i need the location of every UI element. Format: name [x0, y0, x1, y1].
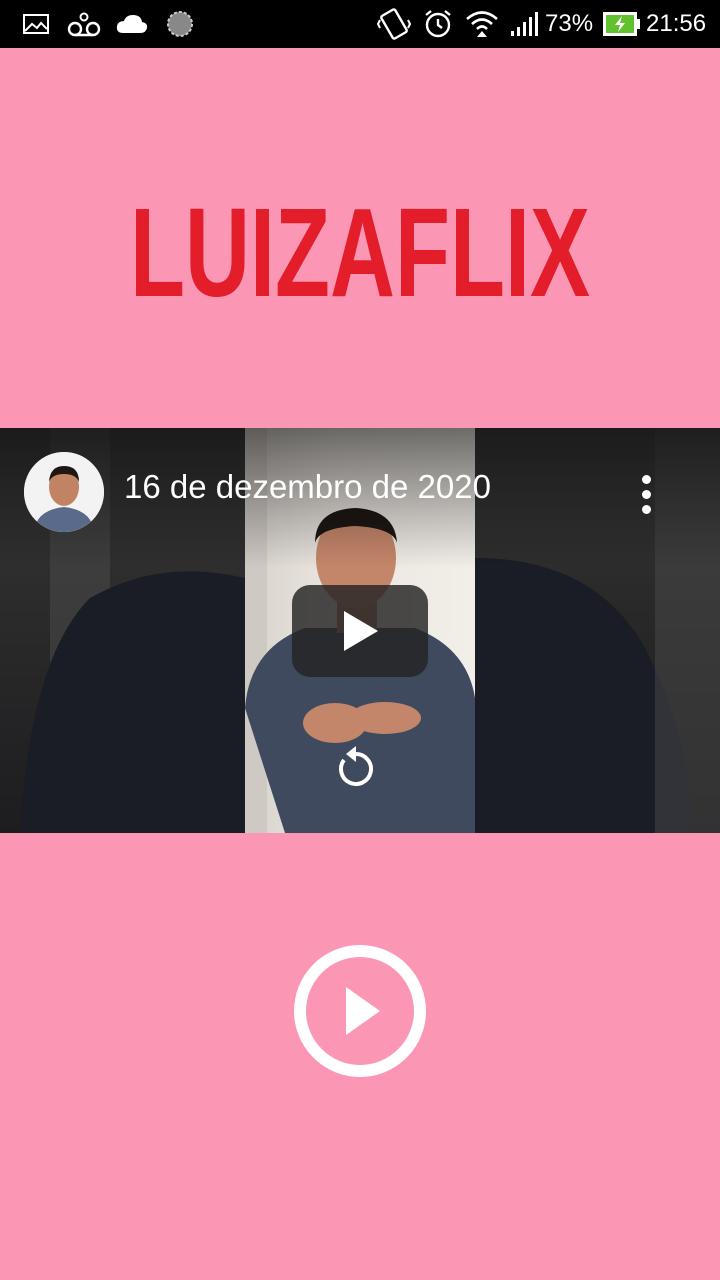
- signal-icon: [508, 0, 542, 48]
- status-bar: 73% 21:56: [0, 0, 720, 48]
- cloud-icon: [114, 0, 150, 48]
- more-dot: [641, 474, 651, 484]
- more-dot: [641, 489, 651, 499]
- gallery-icon: [22, 0, 50, 48]
- clock: 21:56: [646, 10, 707, 37]
- voicemail-icon: [66, 0, 102, 48]
- video-player[interactable]: 16 de dezembro de 2020: [0, 428, 720, 833]
- more-dot: [641, 504, 651, 514]
- sync-icon: [164, 0, 196, 48]
- vibrate-icon: [376, 0, 412, 48]
- main-play-button[interactable]: [293, 944, 427, 1078]
- channel-avatar[interactable]: [24, 452, 104, 532]
- video-title: 16 de dezembro de 2020: [124, 468, 491, 505]
- video-play-button[interactable]: [292, 585, 428, 677]
- replay-icon[interactable]: [336, 746, 376, 788]
- battery-percent: 73%: [545, 10, 594, 37]
- more-vert-icon[interactable]: [626, 470, 666, 518]
- battery-charging-icon: [602, 0, 642, 48]
- play-icon: [344, 611, 378, 651]
- wifi-icon: [464, 0, 500, 48]
- logo-text: LUIZAFLIX: [130, 196, 590, 321]
- luizaflix-logo: LUIZAFLIX: [130, 196, 590, 321]
- logo-area: LUIZAFLIX: [0, 48, 720, 428]
- alarm-icon: [422, 0, 454, 48]
- play-circle-icon: [294, 945, 426, 1077]
